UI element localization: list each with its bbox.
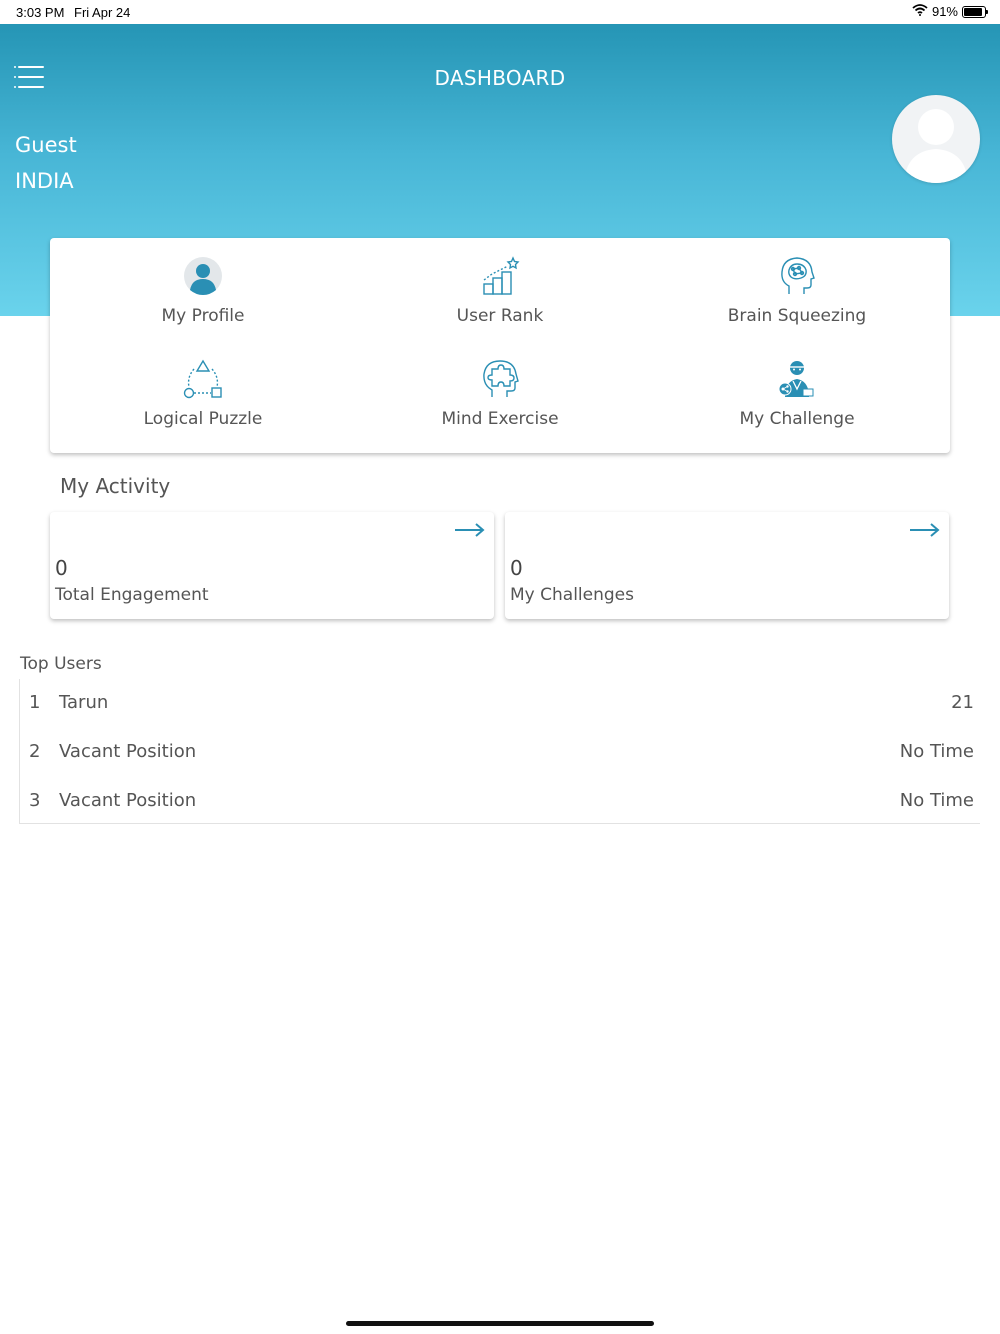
battery-icon (962, 5, 988, 18)
top-users-title: Top Users (20, 654, 102, 674)
total-engagement-card[interactable]: 0 Total Engagement (50, 512, 494, 619)
my-challenges-card[interactable]: 0 My Challenges (505, 512, 949, 619)
list-item[interactable]: 3 Vacant Position No Time (20, 777, 980, 826)
tile-label: My Challenge (739, 409, 855, 429)
wifi-icon (912, 4, 928, 19)
user-score: No Time (899, 741, 974, 762)
engagement-count: 0 (55, 556, 68, 580)
engagement-label: Total Engagement (55, 585, 209, 605)
shapes-icon (183, 359, 222, 399)
puzzle-head-icon (483, 360, 519, 397)
tile-label: My Profile (161, 306, 245, 326)
tile-label: Logical Puzzle (143, 409, 263, 429)
status-date: Fri Apr 24 (74, 5, 131, 20)
activity-section-title: My Activity (60, 474, 171, 498)
tile-user-rank[interactable]: User Rank (350, 256, 650, 356)
tile-my-challenge[interactable]: My Challenge (647, 359, 947, 459)
avatar[interactable] (892, 95, 980, 183)
user-name: Vacant Position (59, 790, 197, 811)
page-title: DASHBOARD (434, 66, 566, 90)
status-time: 3:03 PM (16, 5, 65, 20)
top-users-list: 1 Tarun 21 2 Vacant Position No Time 3 V… (19, 679, 980, 824)
tile-mind-exercise[interactable]: Mind Exercise (350, 359, 650, 459)
user-icon (184, 257, 222, 295)
tile-my-profile[interactable]: My Profile (53, 256, 353, 356)
tile-label: Mind Exercise (441, 409, 559, 429)
brain-head-icon (781, 257, 815, 294)
user-name: Tarun (59, 692, 109, 713)
status-right: 91% (912, 4, 988, 19)
arrow-right-icon[interactable] (454, 522, 486, 542)
battery-percent: 91% (931, 4, 958, 19)
avatar-placeholder-icon (904, 109, 968, 183)
arrow-right-icon[interactable] (909, 522, 941, 542)
user-rank-number: 2 (29, 741, 41, 762)
challenges-label: My Challenges (510, 585, 634, 605)
status-bar: 3:03 PM Fri Apr 24 91% (0, 0, 1000, 24)
user-name: Vacant Position (59, 741, 197, 762)
home-indicator[interactable] (346, 1321, 654, 1326)
list-item[interactable]: 1 Tarun 21 (20, 679, 980, 728)
rank-chart-icon (483, 256, 520, 295)
tile-label: Brain Squeezing (727, 306, 867, 326)
user-rank-number: 1 (29, 692, 41, 713)
user-name: Guest (15, 133, 77, 157)
menu-card: My Profile User Rank Brain Squeezing Log… (50, 238, 950, 453)
tile-brain-squeezing[interactable]: Brain Squeezing (647, 256, 947, 356)
user-country: INDIA (15, 169, 74, 193)
user-score: No Time (899, 790, 974, 811)
user-score: 21 (951, 692, 974, 713)
tile-logical-puzzle[interactable]: Logical Puzzle (53, 359, 353, 459)
list-item[interactable]: 2 Vacant Position No Time (20, 728, 980, 777)
tile-label: User Rank (456, 306, 544, 326)
challenges-count: 0 (510, 556, 523, 580)
user-rank-number: 3 (29, 790, 41, 811)
challenge-person-icon (778, 361, 814, 397)
